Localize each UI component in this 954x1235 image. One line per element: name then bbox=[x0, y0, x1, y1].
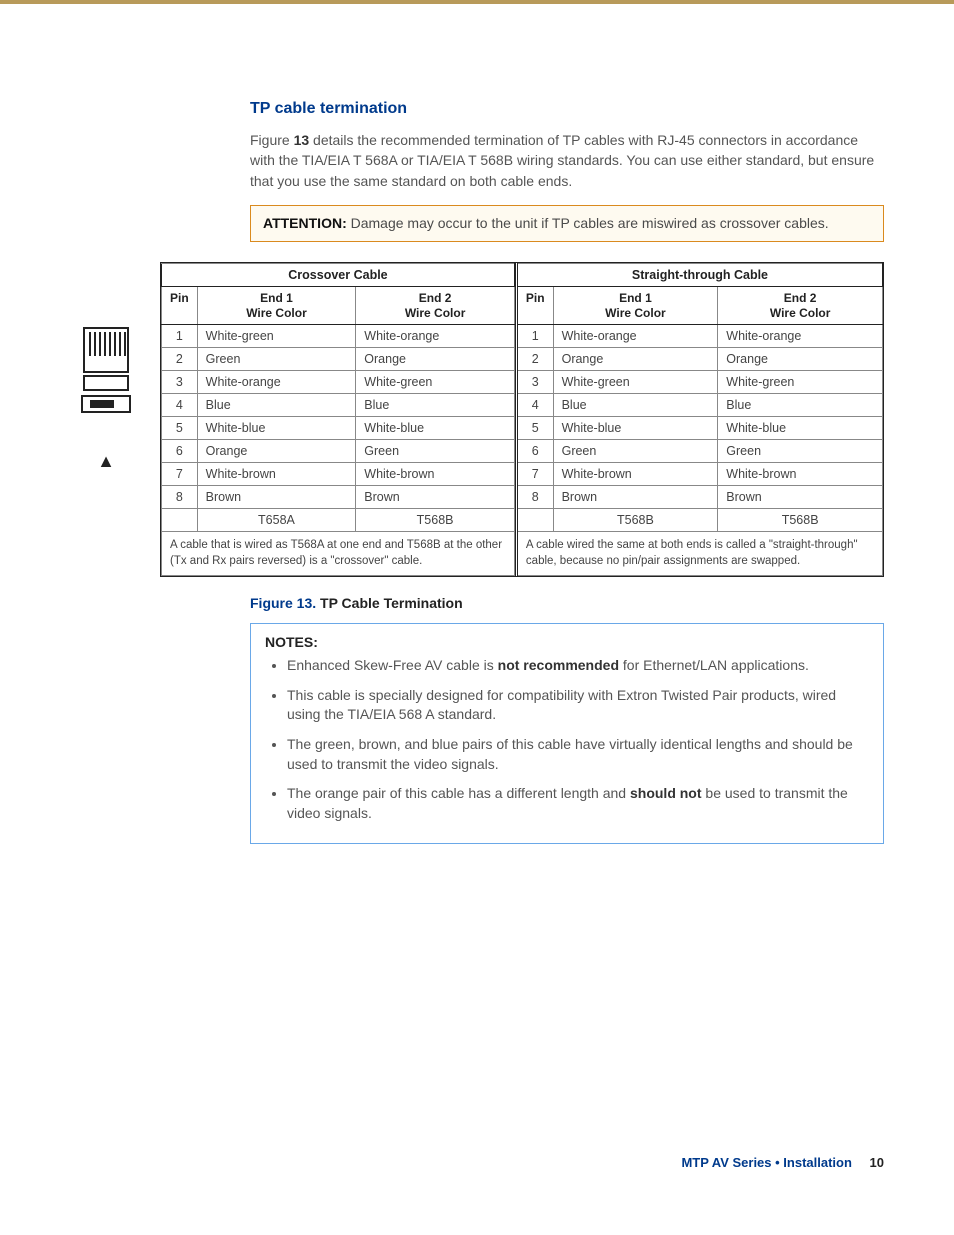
standard-row: T568BT568B bbox=[516, 509, 882, 532]
col-pin: Pin bbox=[516, 287, 553, 325]
table-row: 1White-orangeWhite-orange bbox=[516, 325, 882, 348]
figure-label: Figure 13. bbox=[250, 595, 316, 611]
standard-row: T658AT568B bbox=[162, 509, 515, 532]
list-item: Enhanced Skew-Free AV cable is not recom… bbox=[287, 656, 869, 676]
rj45-icon bbox=[80, 322, 132, 442]
page-footer: MTP AV Series • Installation 10 bbox=[681, 1155, 884, 1170]
intro-fignum: 13 bbox=[294, 132, 310, 148]
attention-callout: ATTENTION: Damage may occur to the unit … bbox=[250, 205, 884, 243]
intro-paragraph: Figure 13 details the recommended termin… bbox=[250, 130, 884, 191]
crossover-title: Crossover Cable bbox=[162, 264, 515, 287]
table-row: 7White-brownWhite-brown bbox=[162, 463, 515, 486]
col-pin: Pin bbox=[162, 287, 198, 325]
table-row: 8BrownBrown bbox=[162, 486, 515, 509]
notes-label: NOTES: bbox=[265, 634, 318, 650]
col-end2: End 2Wire Color bbox=[718, 287, 883, 325]
top-accent-bar bbox=[0, 0, 954, 30]
notes-list: Enhanced Skew-Free AV cable is not recom… bbox=[273, 656, 869, 823]
attention-text: Damage may occur to the unit if TP cable… bbox=[351, 215, 829, 231]
rj45-connector-figure: ▲ bbox=[80, 262, 132, 470]
table-row: 7White-brownWhite-brown bbox=[516, 463, 882, 486]
list-item: The orange pair of this cable has a diff… bbox=[287, 784, 869, 823]
table-row: 1White-greenWhite-orange bbox=[162, 325, 515, 348]
intro-rest: details the recommended termination of T… bbox=[250, 132, 874, 189]
section-title: TP cable termination bbox=[250, 100, 884, 118]
straight-title: Straight-through Cable bbox=[516, 264, 882, 287]
list-item: This cable is specially designed for com… bbox=[287, 686, 869, 725]
notes-callout: NOTES: Enhanced Skew-Free AV cable is no… bbox=[250, 623, 884, 844]
figure-caption: Figure 13. TP Cable Termination bbox=[250, 595, 884, 611]
col-end1: End 1Wire Color bbox=[553, 287, 718, 325]
insert-arrow-icon: ▲ bbox=[97, 452, 115, 470]
intro-prefix: Figure bbox=[250, 132, 294, 148]
footer-page-number: 10 bbox=[870, 1155, 884, 1170]
list-item: The green, brown, and blue pairs of this… bbox=[287, 735, 869, 774]
table-row: 6GreenGreen bbox=[516, 440, 882, 463]
straight-table: Straight-through Cable Pin End 1Wire Col… bbox=[515, 263, 883, 576]
table-row: 4BlueBlue bbox=[162, 394, 515, 417]
table-row: 2OrangeOrange bbox=[516, 348, 882, 371]
table-row: 6OrangeGreen bbox=[162, 440, 515, 463]
table-row: 4BlueBlue bbox=[516, 394, 882, 417]
attention-label: ATTENTION: bbox=[263, 215, 347, 231]
figure-text: TP Cable Termination bbox=[320, 595, 463, 611]
col-end1: End 1Wire Color bbox=[197, 287, 356, 325]
footer-series: MTP AV Series • Installation bbox=[681, 1155, 851, 1170]
table-row: 5White-blueWhite-blue bbox=[516, 417, 882, 440]
crossover-table: Crossover Cable Pin End 1Wire Color End … bbox=[161, 263, 515, 576]
col-end2: End 2Wire Color bbox=[356, 287, 515, 325]
table-row: 3White-orangeWhite-green bbox=[162, 371, 515, 394]
table-row: 2GreenOrange bbox=[162, 348, 515, 371]
table-row: 5White-blueWhite-blue bbox=[162, 417, 515, 440]
table-row: 3White-greenWhite-green bbox=[516, 371, 882, 394]
termination-tables-wrap: ▲ Crossover Cable Pin End 1Wire Color En… bbox=[80, 262, 884, 577]
page-body: TP cable termination Figure 13 details t… bbox=[0, 30, 954, 1210]
table-row: 8BrownBrown bbox=[516, 486, 882, 509]
straight-footnote: A cable wired the same at both ends is c… bbox=[516, 532, 882, 576]
cable-tables-container: Crossover Cable Pin End 1Wire Color End … bbox=[160, 262, 884, 577]
crossover-footnote: A cable that is wired as T568A at one en… bbox=[162, 532, 515, 576]
